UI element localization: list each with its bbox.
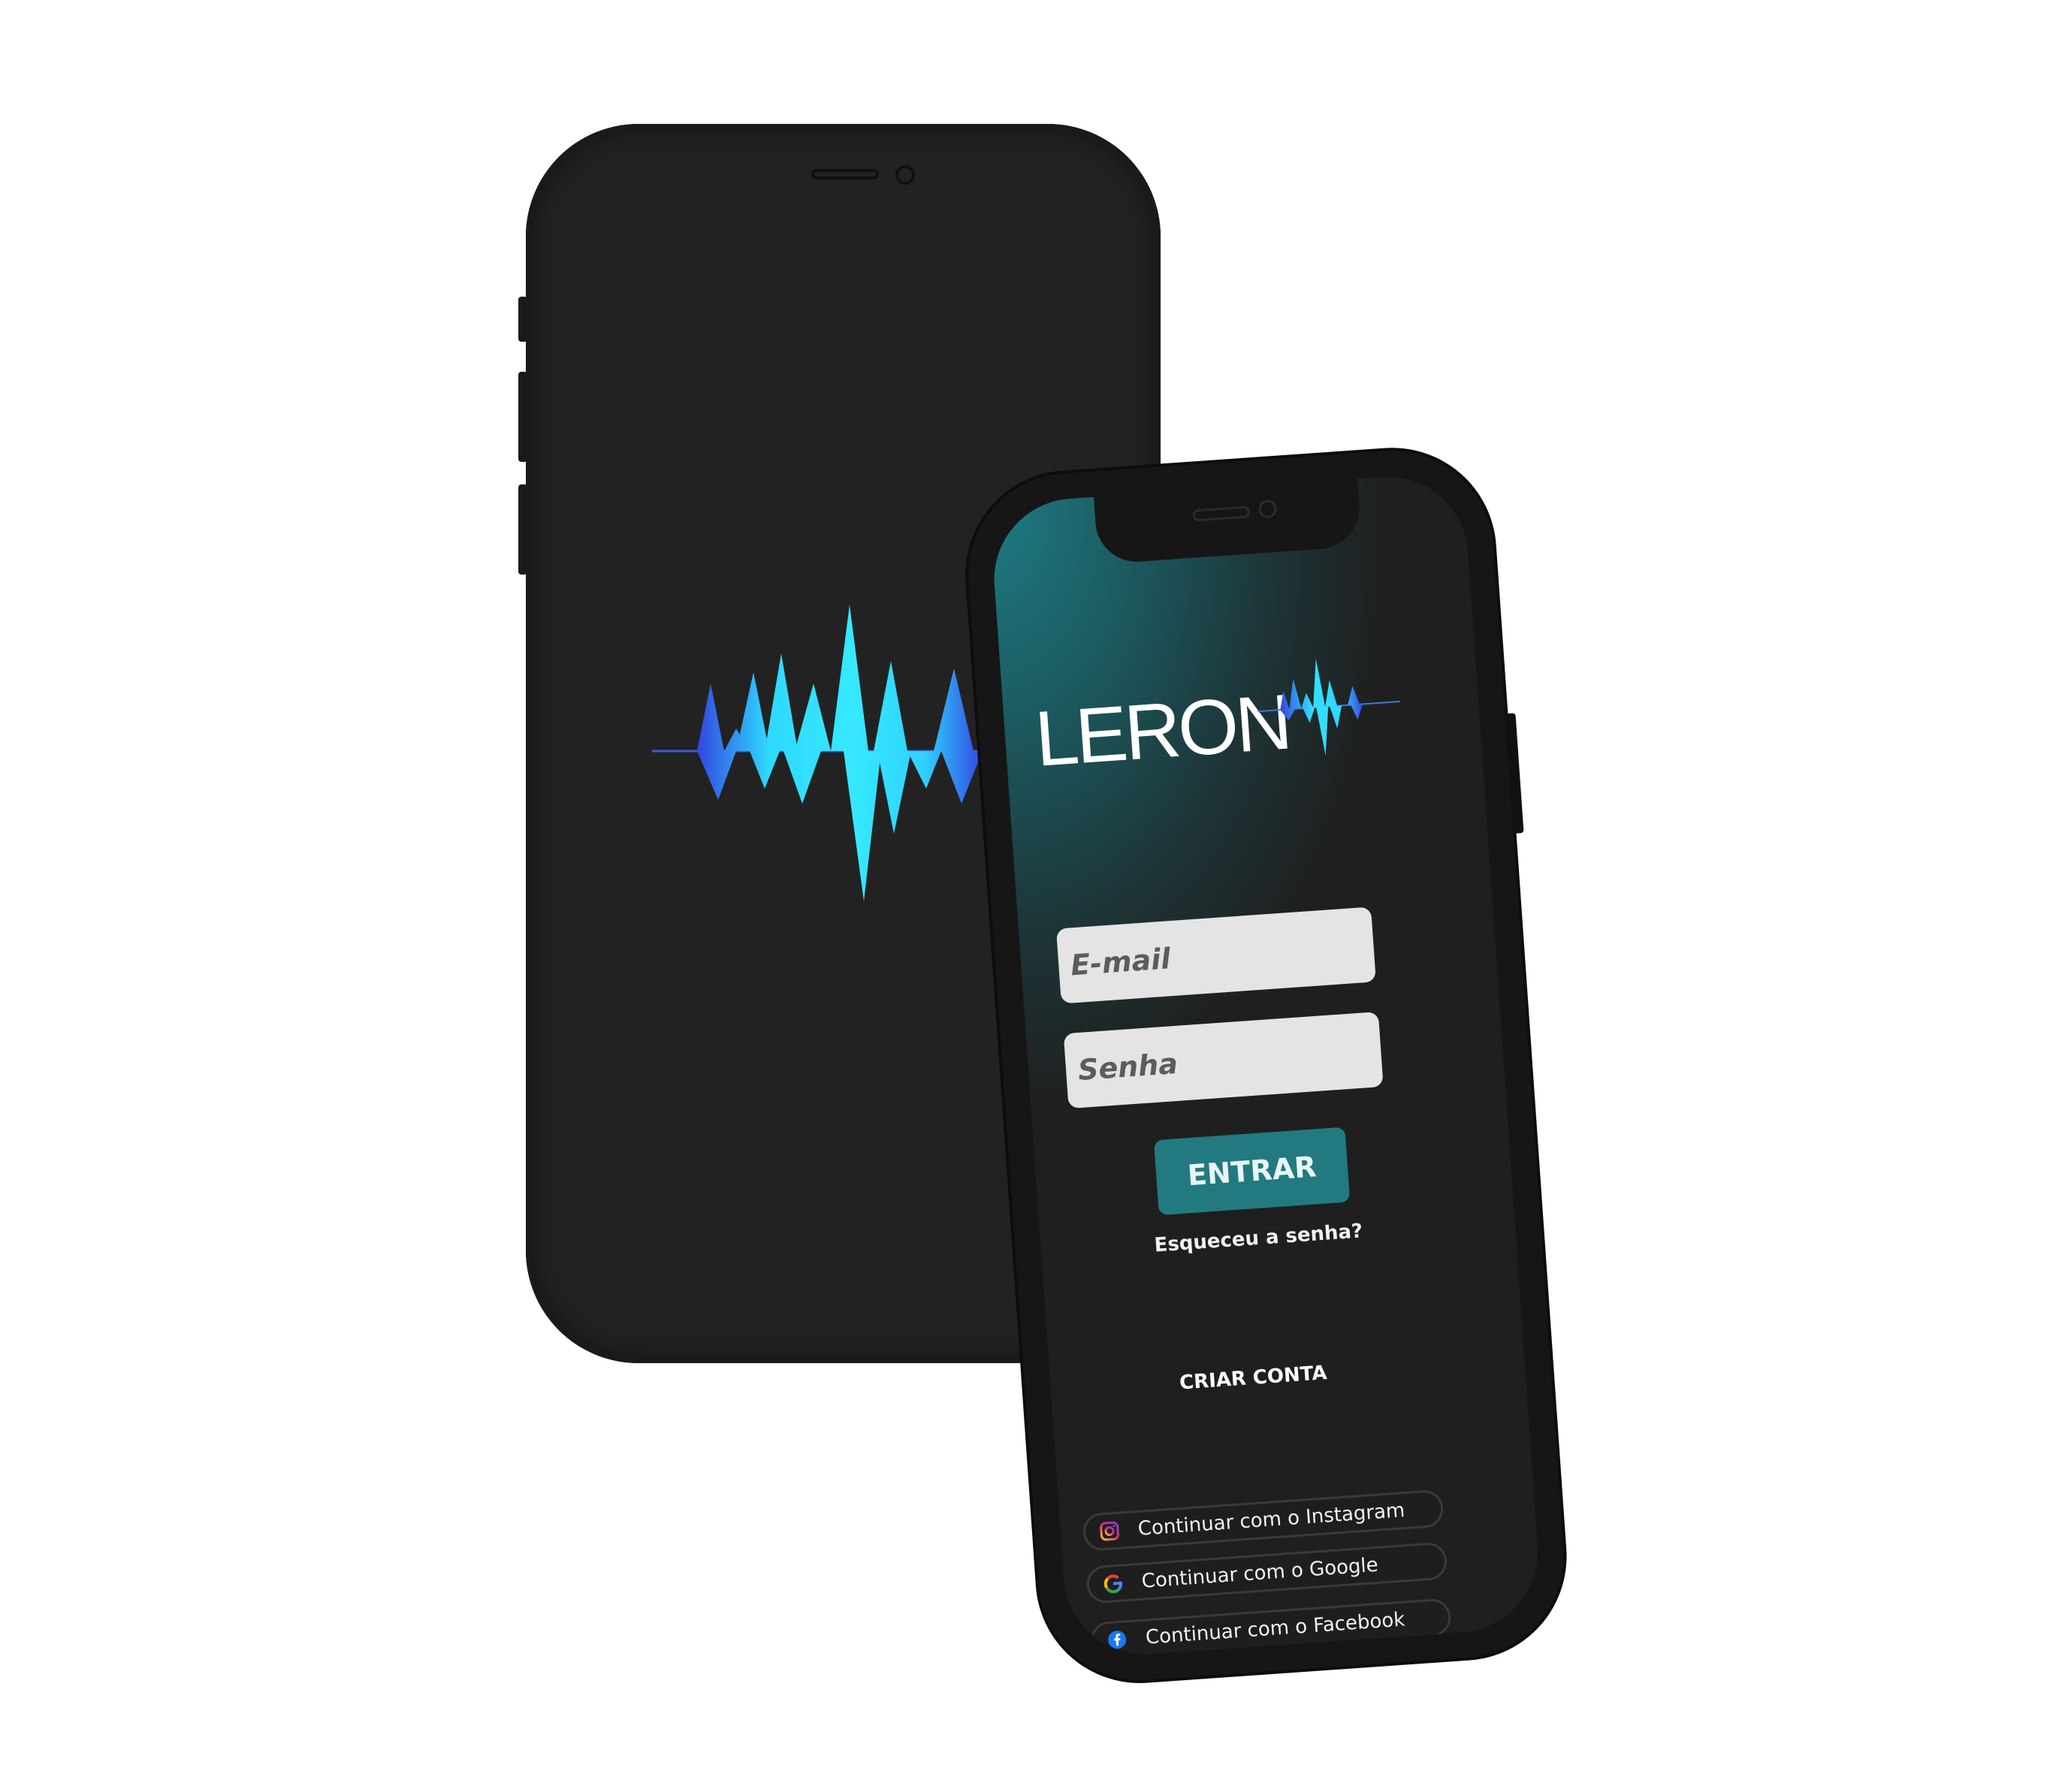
login-screen: LERON ENTRAR Esqueceu a senha? CRIAR CON… bbox=[989, 471, 1544, 1660]
create-account-link[interactable]: CRIAR CONTA bbox=[1140, 1359, 1366, 1397]
front-camera bbox=[1257, 499, 1278, 519]
volume-down-button bbox=[518, 484, 527, 575]
email-input[interactable] bbox=[1055, 907, 1376, 1004]
front-camera bbox=[895, 165, 915, 185]
login-button[interactable]: ENTRAR bbox=[1153, 1127, 1351, 1216]
google-icon bbox=[1103, 1574, 1122, 1594]
instagram-icon bbox=[1100, 1521, 1119, 1541]
instagram-login-label: Continuar com o Instagram bbox=[1137, 1499, 1406, 1540]
earpiece-speaker bbox=[811, 169, 879, 180]
facebook-login-button[interactable]: Continuar com o Facebook bbox=[1089, 1597, 1452, 1660]
google-login-button[interactable]: Continuar com o Google bbox=[1085, 1541, 1448, 1604]
facebook-icon bbox=[1108, 1631, 1127, 1649]
password-input[interactable] bbox=[1063, 1012, 1384, 1109]
sound-wave-icon bbox=[652, 605, 990, 901]
volume-up-button bbox=[518, 372, 527, 462]
login-phone: LERON ENTRAR Esqueceu a senha? CRIAR CON… bbox=[962, 444, 1571, 1688]
instagram-login-button[interactable]: Continuar com o Instagram bbox=[1082, 1489, 1445, 1552]
facebook-login-label: Continuar com o Facebook bbox=[1145, 1608, 1406, 1649]
mute-switch bbox=[518, 297, 527, 342]
notch bbox=[1093, 477, 1363, 565]
earpiece-speaker bbox=[1192, 505, 1251, 522]
power-button bbox=[1505, 713, 1524, 834]
google-login-label: Continuar com o Google bbox=[1140, 1553, 1379, 1593]
brand-logo-text: LERON bbox=[1032, 678, 1292, 783]
sound-wave-icon bbox=[1257, 658, 1400, 756]
forgot-password-link[interactable]: Esqueceu a senha? bbox=[1131, 1218, 1387, 1259]
